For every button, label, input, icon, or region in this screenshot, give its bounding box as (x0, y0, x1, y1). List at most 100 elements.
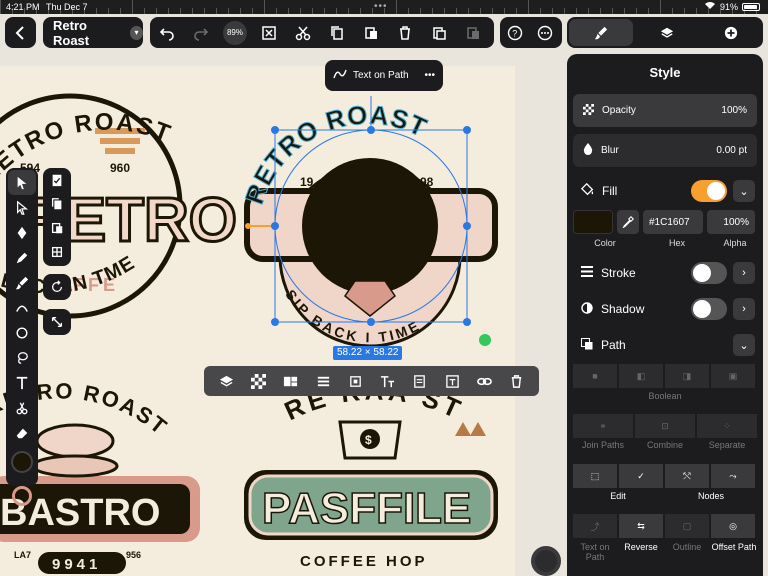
boolean-intersect-button[interactable]: ◨ (665, 364, 709, 388)
text-on-path-button[interactable]: ⤴ (573, 514, 617, 538)
shadow-expand-button[interactable]: › (733, 298, 755, 320)
undo-button[interactable] (150, 17, 184, 48)
combine-button[interactable]: ⊡ (635, 414, 695, 438)
arrange-grid-button[interactable] (278, 368, 304, 394)
rotation-handle[interactable] (479, 334, 491, 346)
duplicate-button[interactable] (422, 17, 456, 48)
fill-color-well[interactable] (8, 445, 36, 479)
tab-add[interactable] (699, 17, 763, 48)
scale-tool[interactable] (43, 309, 71, 334)
multitask-dots[interactable]: ••• (374, 2, 388, 12)
text-format-button[interactable] (375, 368, 401, 394)
selection-handles[interactable] (271, 126, 471, 326)
pen-tool[interactable] (8, 220, 36, 245)
document-button[interactable] (407, 368, 433, 394)
hex-input[interactable]: #1C1607 (643, 210, 703, 234)
eyedropper-button[interactable] (617, 210, 639, 234)
alpha-caption: Alpha (723, 238, 747, 248)
outline-button[interactable]: ▢ (665, 514, 709, 538)
trash-icon (400, 25, 410, 40)
nodes-alt-button[interactable]: ⤳ (711, 464, 755, 488)
quick-action-button[interactable] (531, 546, 561, 576)
align-button[interactable] (310, 368, 336, 394)
opacity-label: Opacity (602, 105, 636, 116)
fill-toggle[interactable] (691, 180, 727, 202)
reverse-caption: Reverse (624, 542, 658, 552)
join-paths-button[interactable]: ⚭ (573, 414, 633, 438)
delete-button[interactable] (388, 17, 422, 48)
link-button[interactable] (472, 368, 498, 394)
color-caption: Color (594, 238, 616, 248)
separate-caption: Separate (708, 440, 746, 450)
tab-layers[interactable] (635, 17, 699, 48)
document-title-button[interactable]: Retro Roast ▾ (43, 17, 143, 48)
text-on-path-pill[interactable]: Text on Path ••• (325, 60, 443, 91)
boolean-exclude-button[interactable]: ▣ (711, 364, 755, 388)
back-button[interactable] (5, 17, 36, 48)
stroke-toggle[interactable] (691, 262, 727, 284)
copy-button[interactable] (320, 17, 354, 48)
eraser-tool[interactable] (8, 420, 36, 445)
undo-icon (159, 27, 174, 41)
vector-brush-tool[interactable] (8, 295, 36, 320)
wifi-icon (704, 0, 716, 14)
fill-expand-button[interactable]: ⌄ (733, 180, 755, 202)
rotate-tool-box (43, 274, 71, 300)
path-icon (581, 337, 593, 353)
eyedropper-icon (622, 216, 634, 228)
boolean-union-button[interactable]: ■ (573, 364, 617, 388)
reverse-button[interactable]: ⇆ (619, 514, 663, 538)
nodes-button[interactable]: ⤲ (665, 464, 709, 488)
select-all-button[interactable] (252, 17, 286, 48)
cut-button[interactable] (286, 17, 320, 48)
opacity-button[interactable] (245, 368, 271, 394)
copy-tool[interactable] (43, 192, 71, 216)
brush-tool[interactable] (8, 270, 36, 295)
paste-style-button[interactable] (456, 17, 490, 48)
stroke-expand-button[interactable]: › (733, 262, 755, 284)
text-tool[interactable] (8, 370, 36, 395)
edit-path-button[interactable]: ⬚ (573, 464, 617, 488)
node-tool[interactable] (8, 195, 36, 220)
zoom-level: 89% (223, 20, 247, 45)
clipboard-tool[interactable] (43, 168, 71, 192)
grid-tool[interactable] (43, 240, 71, 264)
fill-color-swatch[interactable] (573, 210, 613, 234)
droplet-icon (583, 143, 593, 158)
ellipsis-icon[interactable]: ••• (424, 70, 435, 81)
grid-doc-icon (51, 246, 63, 258)
transform-button[interactable] (342, 368, 368, 394)
shadow-section: Shadow › (567, 294, 763, 324)
duplicate-icon (433, 26, 446, 40)
alpha-input[interactable]: 100% (707, 210, 755, 234)
paste-tool[interactable] (43, 216, 71, 240)
lasso-tool[interactable] (8, 345, 36, 370)
help-button[interactable]: ? (500, 17, 530, 48)
selection-tool[interactable] (8, 170, 36, 195)
scissors-tool[interactable] (8, 395, 36, 420)
more-button[interactable] (530, 17, 560, 48)
text-frame-icon (445, 374, 459, 388)
offset-path-button[interactable]: ◎ (711, 514, 755, 538)
separate-button[interactable]: ⁘ (697, 414, 757, 438)
chevron-right-icon: › (742, 267, 746, 279)
shape-tool[interactable] (8, 320, 36, 345)
path-expand-button[interactable]: ⌄ (733, 334, 755, 356)
pencil-tool[interactable] (8, 245, 36, 270)
pencil-icon (16, 252, 28, 263)
zoom-button[interactable]: 89% (218, 17, 252, 48)
tab-style[interactable] (569, 19, 633, 46)
stroke-color-well[interactable] (8, 479, 36, 513)
text-frame-button[interactable] (439, 368, 465, 394)
style-panel: Style Opacity 100% Blur 0.00 pt Fill ⌄ #… (567, 54, 763, 576)
rotate-tool[interactable] (43, 274, 71, 299)
paste-button[interactable] (354, 17, 388, 48)
shadow-toggle[interactable] (691, 298, 727, 320)
ctx-delete-button[interactable] (504, 368, 530, 394)
opacity-row[interactable]: Opacity 100% (573, 94, 757, 127)
blur-row[interactable]: Blur 0.00 pt (573, 134, 757, 167)
redo-button[interactable] (184, 17, 218, 48)
arrange-button[interactable] (213, 368, 239, 394)
boolean-subtract-button[interactable]: ◧ (619, 364, 663, 388)
edit-check-button[interactable]: ✓ (619, 464, 663, 488)
